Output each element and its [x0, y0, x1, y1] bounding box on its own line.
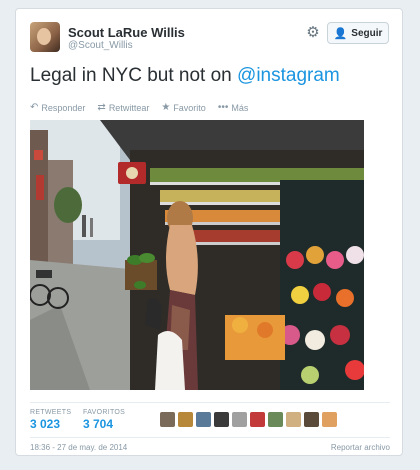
favorite-action[interactable]: ★ Favorito: [161, 102, 205, 113]
favoriter-avatar[interactable]: [286, 412, 301, 427]
more-icon: •••: [217, 102, 229, 113]
reply-icon: ↶: [30, 102, 39, 113]
favorites-stat[interactable]: FAVORITOS 3 704: [83, 409, 125, 431]
reply-label: Responder: [41, 102, 86, 113]
tweet-card: Scout LaRue Willis @Scout_Willis ⚙ 👤 Seg…: [15, 8, 403, 456]
favoriter-avatar[interactable]: [250, 412, 265, 427]
favoriter-avatar[interactable]: [196, 412, 211, 427]
favoriter-avatar[interactable]: [178, 412, 193, 427]
user-handle[interactable]: @Scout_Willis: [68, 40, 133, 51]
favoriter-avatar[interactable]: [160, 412, 175, 427]
report-link[interactable]: Reportar archivo: [331, 443, 390, 452]
add-user-icon: 👤: [333, 27, 348, 40]
avatar[interactable]: [30, 22, 60, 52]
favorites-count: 3 704: [83, 417, 114, 431]
favoriter-avatar[interactable]: [322, 412, 337, 427]
street-scene-image: [30, 120, 364, 390]
retweets-count: 3 023: [30, 417, 61, 431]
retweet-label: Retwittear: [108, 102, 150, 113]
tweet-footer: 18:36 - 27 de may. de 2014 Reportar arch…: [30, 437, 390, 452]
tweet-photo[interactable]: [30, 120, 364, 390]
retweets-stat[interactable]: RETWEETS 3 023: [30, 409, 71, 431]
favoriter-avatar[interactable]: [268, 412, 283, 427]
favoriter-avatar[interactable]: [304, 412, 319, 427]
follow-button[interactable]: 👤 Seguir: [327, 22, 389, 44]
retweets-label: RETWEETS: [30, 409, 72, 416]
follow-label: Seguir: [351, 27, 383, 39]
tweet-stats: RETWEETS 3 023 FAVORITOS 3 704: [30, 402, 390, 433]
more-label: Más: [231, 102, 249, 113]
favoriter-avatar[interactable]: [214, 412, 229, 427]
favoriters-list: [160, 412, 337, 427]
tweet-actions: ↶ Responder ⇄ Retwittear ★ Favorito ••• …: [30, 102, 248, 113]
gear-icon[interactable]: ⚙: [305, 25, 321, 41]
tweet-body: Legal in NYC but not on: [30, 65, 238, 86]
retweet-icon: ⇄: [97, 102, 106, 113]
reply-action[interactable]: ↶ Responder: [30, 102, 85, 113]
user-name[interactable]: Scout LaRue Willis: [68, 25, 185, 40]
favorite-label: Favorito: [173, 102, 206, 113]
tweet-text: Legal in NYC but not on @instagram: [30, 65, 340, 87]
more-action[interactable]: ••• Más: [218, 102, 249, 113]
favorites-label: FAVORITOS: [83, 409, 126, 416]
retweet-action[interactable]: ⇄ Retwittear: [97, 102, 149, 113]
favoriter-avatar[interactable]: [232, 412, 247, 427]
timestamp[interactable]: 18:36 - 27 de may. de 2014: [30, 443, 127, 452]
star-icon: ★: [161, 102, 171, 113]
mention-link[interactable]: @instagram: [237, 65, 340, 86]
